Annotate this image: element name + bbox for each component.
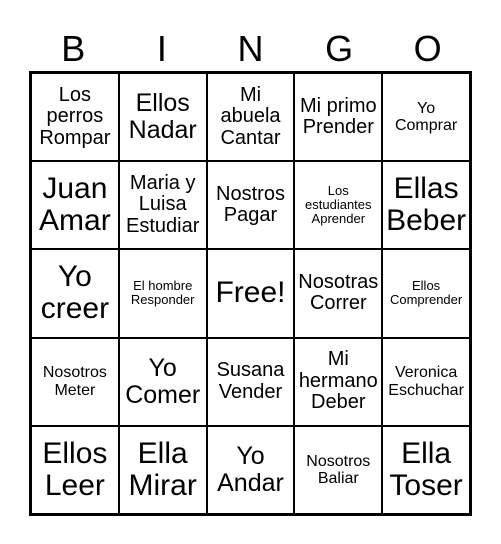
bingo-cell-text: Maria y Luisa Estudiar [126, 171, 200, 238]
bingo-cell-text: Susana Vender [216, 359, 285, 403]
bingo-cell-text: Ella Mirar [128, 436, 197, 502]
bingo-cell[interactable]: Ellos Nadar [118, 73, 207, 162]
bingo-cell-text: Free! [215, 276, 286, 310]
free-space-cell[interactable]: Free! [206, 249, 295, 338]
bingo-cell-text: Nosotros Meter [42, 364, 107, 399]
bingo-cell-text: Veronica Eschuchar [388, 364, 464, 399]
bingo-cell[interactable]: Los estudiantes Aprender [294, 161, 383, 250]
bingo-cell[interactable]: Mi hermano Deber [294, 337, 383, 426]
header-letter-g: G [325, 28, 354, 69]
bingo-cell[interactable]: Ellas Beber [382, 161, 470, 250]
bingo-cell-text: Juan Amar [39, 171, 111, 238]
bingo-cell[interactable]: Juan Amar [31, 161, 119, 250]
bingo-cell-text: Yo Comprar [394, 99, 458, 135]
bingo-cell-text: Mi primo Prender [299, 94, 377, 139]
bingo-cell-text: Nosotras Correr [298, 270, 379, 315]
bingo-cell[interactable]: Nosotras Correr [294, 249, 383, 338]
bingo-cell-text: Yo Comer [125, 353, 201, 409]
header-letter-b: B [61, 28, 86, 69]
bingo-cell-text: Yo creer [40, 260, 110, 326]
bingo-cell[interactable]: Susana Vender [206, 337, 295, 426]
bingo-header: B I N G O [29, 28, 472, 70]
bingo-cell[interactable]: Nosotros Baliar [294, 425, 383, 514]
header-letter-n: N [237, 28, 264, 69]
bingo-cell[interactable]: Yo creer [31, 249, 119, 338]
bingo-cell[interactable]: Yo Comprar [382, 73, 470, 162]
bingo-cell[interactable]: Veronica Eschuchar [382, 337, 470, 426]
bingo-cell[interactable]: Ella Mirar [118, 425, 207, 514]
bingo-cell-text: Nostros Pagar [216, 182, 285, 227]
bingo-cell-text: Mi hermano Deber [298, 348, 378, 414]
header-letter-o: O [413, 28, 442, 69]
bingo-cell[interactable]: Mi primo Prender [294, 73, 383, 162]
bingo-cell[interactable]: El hombre Responder [118, 249, 207, 338]
bingo-cell[interactable]: Ellos Comprender [382, 249, 470, 338]
bingo-cell[interactable]: Los perros Rompar [31, 73, 119, 162]
bingo-grid: Los perros Rompar Ellos Nadar Mi abuela Ca… [29, 71, 472, 516]
bingo-cell-text: El hombre Responder [130, 278, 195, 308]
header-letter-i: I [156, 28, 167, 69]
bingo-cell-text: Los estudiantes Aprender [305, 183, 372, 227]
bingo-cell[interactable]: Maria y Luisa Estudiar [118, 161, 207, 250]
bingo-cell[interactable]: Nostros Pagar [206, 161, 295, 250]
bingo-cell-text: Ellos Comprender [389, 278, 463, 308]
bingo-cell-text: Mi abuela Cantar [220, 83, 281, 149]
bingo-cell[interactable]: Mi abuela Cantar [206, 73, 295, 162]
bingo-cell-text: Ellas Beber [386, 171, 467, 238]
bingo-cell[interactable]: Yo Andar [206, 425, 295, 514]
bingo-cell-text: Ellos Leer [42, 436, 108, 502]
bingo-cell[interactable]: Ella Toser [382, 425, 470, 514]
bingo-cell-text: Los perros Rompar [39, 83, 111, 149]
bingo-cell[interactable]: Nosotros Meter [31, 337, 119, 426]
bingo-cell[interactable]: Yo Comer [118, 337, 207, 426]
bingo-cell-text: Nosotros Baliar [306, 452, 371, 487]
bingo-cell-text: Ella Toser [389, 436, 463, 502]
bingo-cell[interactable]: Ellos Leer [31, 425, 119, 514]
bingo-cell-text: Ellos Nadar [128, 89, 197, 145]
bingo-cell-text: Yo Andar [217, 441, 284, 497]
